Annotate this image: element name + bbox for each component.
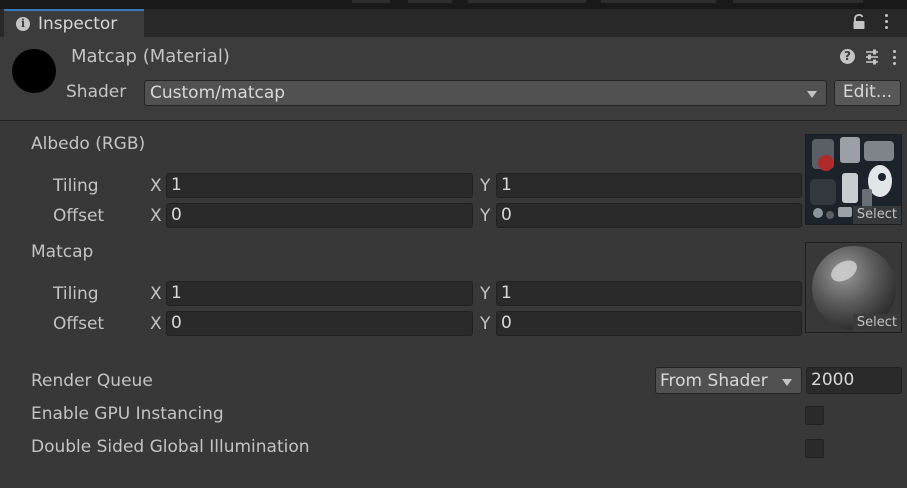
tab-label: Inspector (38, 14, 118, 34)
albedo-tiling-y-field[interactable]: 1 (496, 173, 802, 198)
material-preview (12, 49, 56, 93)
render-queue-label: Render Queue (31, 371, 153, 391)
material-header: Matcap (Material) ? Shader Custom/matcap… (0, 37, 907, 121)
matcap-tiling-label: Tiling (53, 284, 99, 304)
window-menu-icon[interactable] (885, 14, 889, 32)
lock-icon[interactable] (852, 14, 866, 30)
shader-label: Shader (66, 82, 127, 102)
matcap-tiling-y-field[interactable]: 1 (496, 281, 802, 306)
matcap-offset-y-field[interactable]: 0 (496, 311, 802, 336)
matcap-tiling-x-label: X (150, 284, 162, 304)
render-queue-dropdown[interactable]: From Shader (655, 367, 802, 394)
help-icon[interactable]: ? (840, 49, 855, 64)
tab-inspector[interactable]: i Inspector (4, 9, 144, 37)
shader-dropdown[interactable]: Custom/matcap (144, 80, 827, 106)
gpu-instancing-checkbox[interactable] (805, 406, 824, 425)
chevron-down-icon (807, 91, 817, 98)
albedo-offset-x-label: X (150, 206, 162, 226)
albedo-label: Albedo (RGB) (31, 134, 146, 154)
top-strip (0, 0, 907, 9)
matcap-offset-x-label: X (150, 314, 162, 334)
toolbar-segment (408, 0, 452, 3)
render-queue-value-field[interactable]: 2000 (806, 367, 902, 394)
info-icon: i (16, 17, 30, 31)
albedo-offset-y-label: Y (480, 206, 491, 226)
albedo-tiling-x-field[interactable]: 1 (166, 173, 473, 198)
toolbar-segment (601, 0, 716, 3)
tab-bar: i Inspector (0, 9, 907, 37)
shader-value: Custom/matcap (150, 83, 286, 103)
albedo-offset-y-field[interactable]: 0 (496, 203, 802, 228)
presets-icon[interactable] (864, 48, 880, 65)
render-queue-mode: From Shader (660, 371, 768, 391)
matcap-offset-x-field[interactable]: 0 (166, 311, 473, 336)
matcap-offset-y-label: Y (480, 314, 491, 334)
chevron-down-icon (782, 379, 792, 386)
toolbar-segment (352, 0, 390, 3)
matcap-texture-slot[interactable]: Select (805, 242, 902, 333)
albedo-select-button[interactable]: Select (852, 206, 901, 224)
albedo-texture-slot[interactable]: Select (805, 134, 902, 225)
matcap-label: Matcap (31, 242, 94, 262)
edit-shader-button[interactable]: Edit... (834, 80, 901, 106)
albedo-offset-label: Offset (53, 206, 105, 226)
matcap-select-button[interactable]: Select (852, 314, 901, 332)
matcap-tiling-x-field[interactable]: 1 (166, 281, 473, 306)
material-title: Matcap (Material) (71, 46, 230, 67)
albedo-tiling-label: Tiling (53, 176, 99, 196)
matcap-tiling-y-label: Y (480, 284, 491, 304)
gpu-instancing-label: Enable GPU Instancing (31, 404, 224, 424)
material-menu-icon[interactable] (893, 50, 897, 68)
toolbar-segment (733, 0, 863, 3)
albedo-tiling-y-label: Y (480, 176, 491, 196)
toolbar-segment (468, 0, 586, 3)
matcap-offset-label: Offset (53, 314, 105, 334)
albedo-tiling-x-label: X (150, 176, 162, 196)
double-sided-gi-checkbox[interactable] (805, 439, 824, 458)
double-sided-gi-label: Double Sided Global Illumination (31, 437, 310, 457)
albedo-offset-x-field[interactable]: 0 (166, 203, 473, 228)
